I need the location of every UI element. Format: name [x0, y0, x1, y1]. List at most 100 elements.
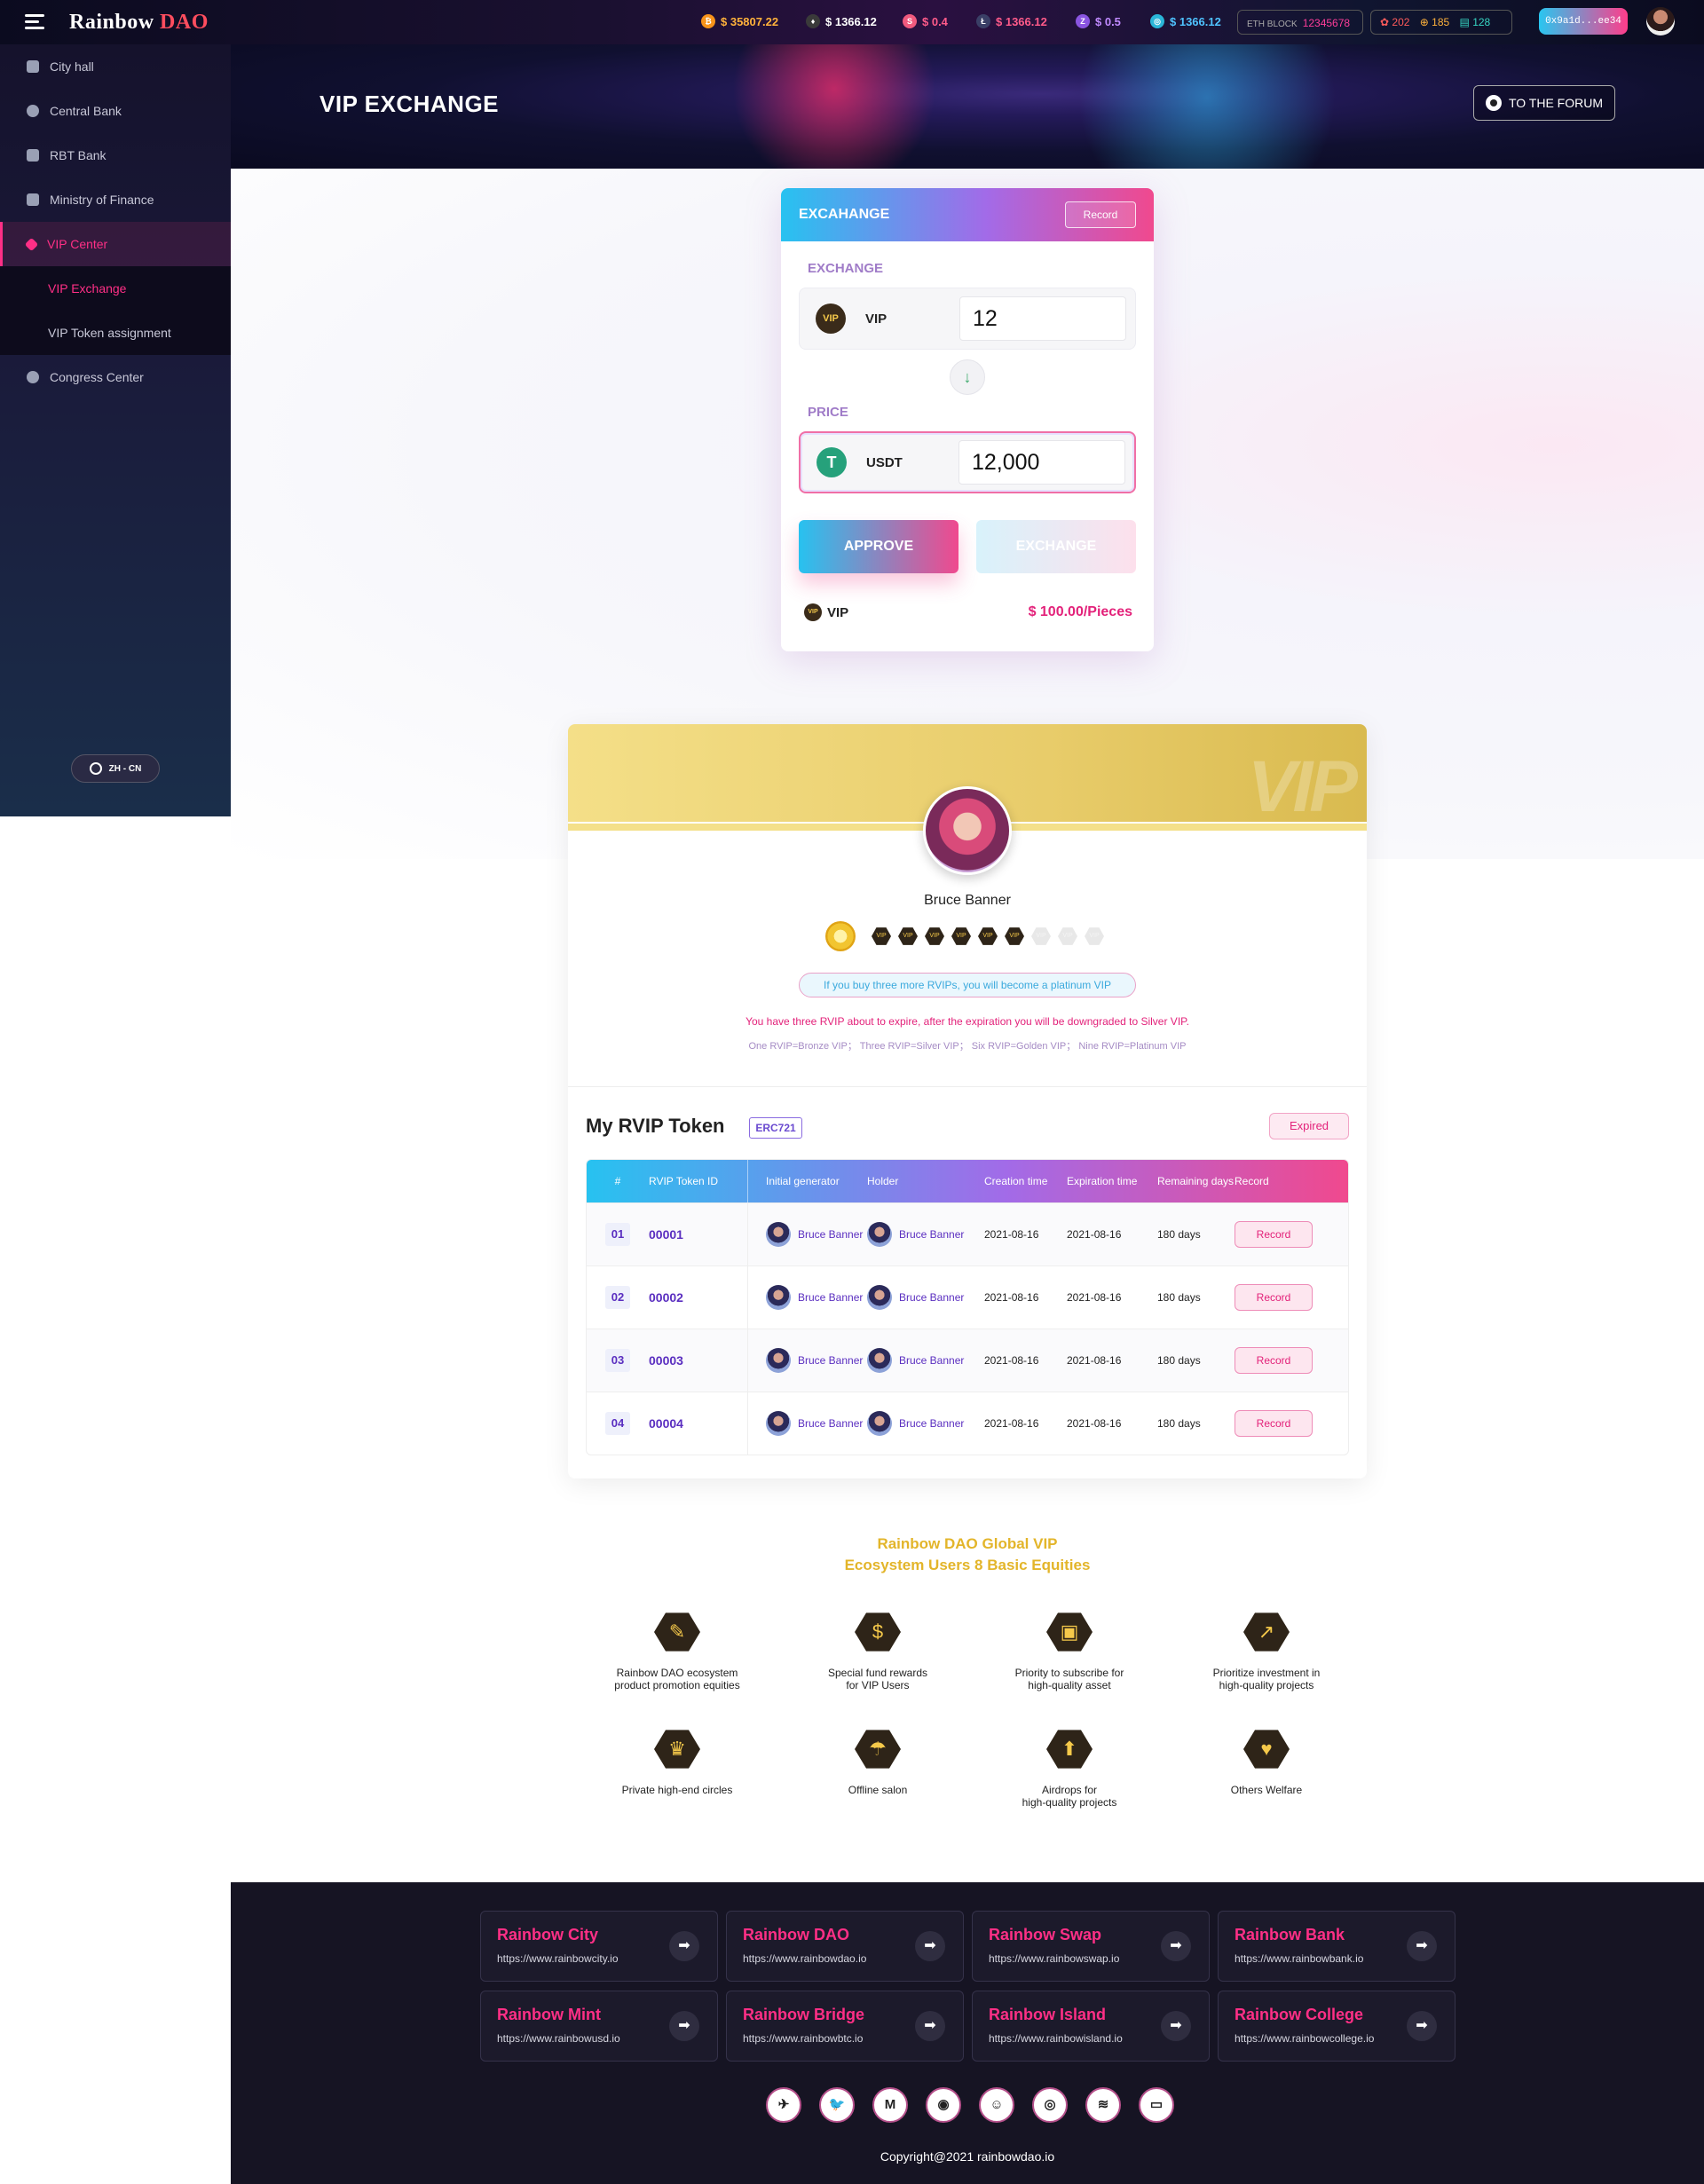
copyright: Copyright@2021 rainbowdao.io — [880, 2149, 1055, 2164]
row-number-cell: 02 — [587, 1286, 649, 1309]
footer-link-card[interactable]: Rainbow College https://www.rainbowcolleg… — [1218, 1991, 1456, 2062]
record-cell: Record — [1235, 1347, 1332, 1374]
record-cell: Record — [1235, 1410, 1332, 1437]
sushi-icon: S — [903, 14, 917, 28]
equities-title-line1: Rainbow DAO Global VIP — [877, 1535, 1058, 1552]
telegram-icon[interactable]: ✈ — [766, 2087, 801, 2123]
exchange-button[interactable]: EXCHANGE — [976, 520, 1136, 573]
footer-link-url: https://www.rainbowdao.io — [743, 1952, 867, 1965]
footer-link-card[interactable]: Rainbow Bridge https://www.rainbowbtc.io ➡ — [726, 1991, 964, 2062]
arrow-right-icon[interactable]: ➡ — [1161, 1931, 1191, 1961]
footer-link-card[interactable]: Rainbow Swap https://www.rainbowswap.io ➡ — [972, 1911, 1210, 1982]
token-id[interactable]: 00002 — [649, 1290, 683, 1305]
sidebar-subitem-vip-exchange[interactable]: VIP Exchange — [0, 266, 231, 311]
generator-user[interactable]: Bruce Banner — [766, 1285, 867, 1310]
row-record-button[interactable]: Record — [1235, 1347, 1313, 1374]
footer-link-card[interactable]: Rainbow Bank https://www.rainbowbank.io ➡ — [1218, 1911, 1456, 1982]
sidebar-item-vip-center[interactable]: VIP Center — [0, 222, 231, 266]
price-value: $ 0.4 — [922, 14, 948, 28]
avatar — [867, 1285, 892, 1310]
twitter-icon[interactable]: 🐦 — [819, 2087, 855, 2123]
price-value: $ 0.5 — [1095, 14, 1121, 28]
sidebar-subitem-vip-token-assignment[interactable]: VIP Token assignment — [0, 311, 231, 355]
sidebar-item-congress-center[interactable]: Congress Center — [0, 355, 231, 399]
footer-link-card[interactable]: Rainbow Island https://www.rainbowisland.… — [972, 1991, 1210, 2062]
arrow-right-icon[interactable]: ➡ — [669, 2011, 699, 2041]
fund-rewards-icon: $ — [855, 1612, 901, 1652]
exchange-card-title: EXCAHANGE — [799, 207, 890, 222]
footer-link-card[interactable]: Rainbow DAO https://www.rainbowdao.io ➡ — [726, 1911, 964, 1982]
generator-user[interactable]: Bruce Banner — [766, 1222, 867, 1247]
token-id[interactable]: 00004 — [649, 1416, 683, 1431]
welfare-icon: ♥ — [1243, 1730, 1290, 1769]
footer-link-card[interactable]: Rainbow Mint https://www.rainbowusd.io ➡ — [480, 1991, 718, 2062]
arrow-right-icon[interactable]: ➡ — [669, 1931, 699, 1961]
arrow-down-icon[interactable]: ↓ — [950, 359, 985, 395]
avatar — [867, 1348, 892, 1373]
layers-icon[interactable]: ≋ — [1085, 2087, 1121, 2123]
equity-label-line2: for VIP Users — [846, 1679, 910, 1691]
user-avatar[interactable] — [1646, 7, 1675, 35]
holder-user[interactable]: Bruce Banner — [867, 1222, 984, 1247]
footer-link-url: https://www.rainbowbtc.io — [743, 2032, 864, 2045]
equities-title-line2: Ecosystem Users 8 Basic Equities — [844, 1557, 1091, 1573]
equity-item: ♛ Private high-end circles — [588, 1729, 766, 1796]
token-id[interactable]: 00001 — [649, 1227, 683, 1242]
vip-amount-input[interactable]: 12 — [959, 296, 1126, 341]
generator-user[interactable]: Bruce Banner — [766, 1411, 867, 1436]
arrow-right-icon[interactable]: ➡ — [915, 2011, 945, 2041]
creation-time: 2021-08-16 — [984, 1291, 1039, 1304]
expired-filter-button[interactable]: Expired — [1269, 1113, 1349, 1139]
medium-icon[interactable]: M — [872, 2087, 908, 2123]
equity-label-line2: product promotion equities — [614, 1679, 740, 1691]
reddit-icon[interactable]: ◉ — [926, 2087, 961, 2123]
hamburger-menu-icon[interactable] — [25, 14, 44, 30]
to-forum-button[interactable]: TO THE FORUM — [1473, 85, 1615, 121]
sidebar-item-rbt-bank[interactable]: RBT Bank — [0, 133, 231, 177]
column-header: Record — [1235, 1175, 1269, 1187]
to-token-name: USDT — [866, 454, 903, 470]
equity-label-line1: Prioritize investment in — [1212, 1667, 1321, 1679]
sidebar-item-central-bank[interactable]: Central Bank — [0, 89, 231, 133]
generator-cell: Bruce Banner — [748, 1222, 867, 1247]
sidebar-item-city-hall[interactable]: City hall — [0, 44, 231, 89]
stats-indicator: ✿ 202 ⊕ 185 ▤ 128 — [1370, 10, 1512, 35]
vip-token-medal-icon: VIP — [1058, 927, 1077, 945]
vip-upgrade-tip: If you buy three more RVIPs, you will be… — [799, 973, 1136, 997]
generator-cell: Bruce Banner — [748, 1285, 867, 1310]
language-switch[interactable]: ZH - CN — [71, 754, 160, 783]
vip-token-icon: VIP — [816, 304, 846, 334]
holder-user[interactable]: Bruce Banner — [867, 1411, 984, 1436]
expiration-time: 2021-08-16 — [1067, 1417, 1122, 1430]
price-ticker: ◎ $ 1366.12 — [1150, 14, 1221, 28]
holder-user[interactable]: Bruce Banner — [867, 1285, 984, 1310]
row-record-button[interactable]: Record — [1235, 1410, 1313, 1437]
approve-button[interactable]: APPROVE — [799, 520, 958, 573]
token-id[interactable]: 00003 — [649, 1353, 683, 1368]
logo[interactable]: Rainbow DAO — [69, 11, 209, 35]
footer-link-card[interactable]: Rainbow City https://www.rainbowcity.io ➡ — [480, 1911, 718, 1982]
wallet-address-button[interactable]: 0x9a1d...ee34 — [1539, 8, 1628, 35]
footer-link-url: https://www.rainbowcollege.io — [1235, 2032, 1375, 2045]
row-record-button[interactable]: Record — [1235, 1284, 1313, 1311]
price-ticker: Ł $ 1366.12 — [976, 14, 1047, 28]
github-icon[interactable]: ◎ — [1032, 2087, 1068, 2123]
generator-user[interactable]: Bruce Banner — [766, 1348, 867, 1373]
sidebar-item-ministry-of-finance[interactable]: Ministry of Finance — [0, 177, 231, 222]
holder-user[interactable]: Bruce Banner — [867, 1348, 984, 1373]
sidebar-item-label: Central Bank — [50, 104, 122, 118]
vip-token-medal-icon: VIP — [898, 927, 918, 945]
discord-icon[interactable]: ☺ — [979, 2087, 1014, 2123]
vip-avatar — [923, 786, 1012, 875]
holder-name: Bruce Banner — [899, 1417, 965, 1430]
arrow-right-icon[interactable]: ➡ — [1407, 1931, 1437, 1961]
arrow-right-icon[interactable]: ➡ — [915, 1931, 945, 1961]
chat-icon[interactable]: ▭ — [1139, 2087, 1174, 2123]
row-record-button[interactable]: Record — [1235, 1221, 1313, 1248]
vip-token-medal-icon: VIP — [872, 927, 891, 945]
arrow-right-icon[interactable]: ➡ — [1407, 2011, 1437, 2041]
usdt-amount-input[interactable]: 12,000 — [958, 440, 1125, 485]
exchange-record-button[interactable]: Record — [1065, 201, 1136, 228]
globe-icon — [89, 762, 102, 775]
arrow-right-icon[interactable]: ➡ — [1161, 2011, 1191, 2041]
